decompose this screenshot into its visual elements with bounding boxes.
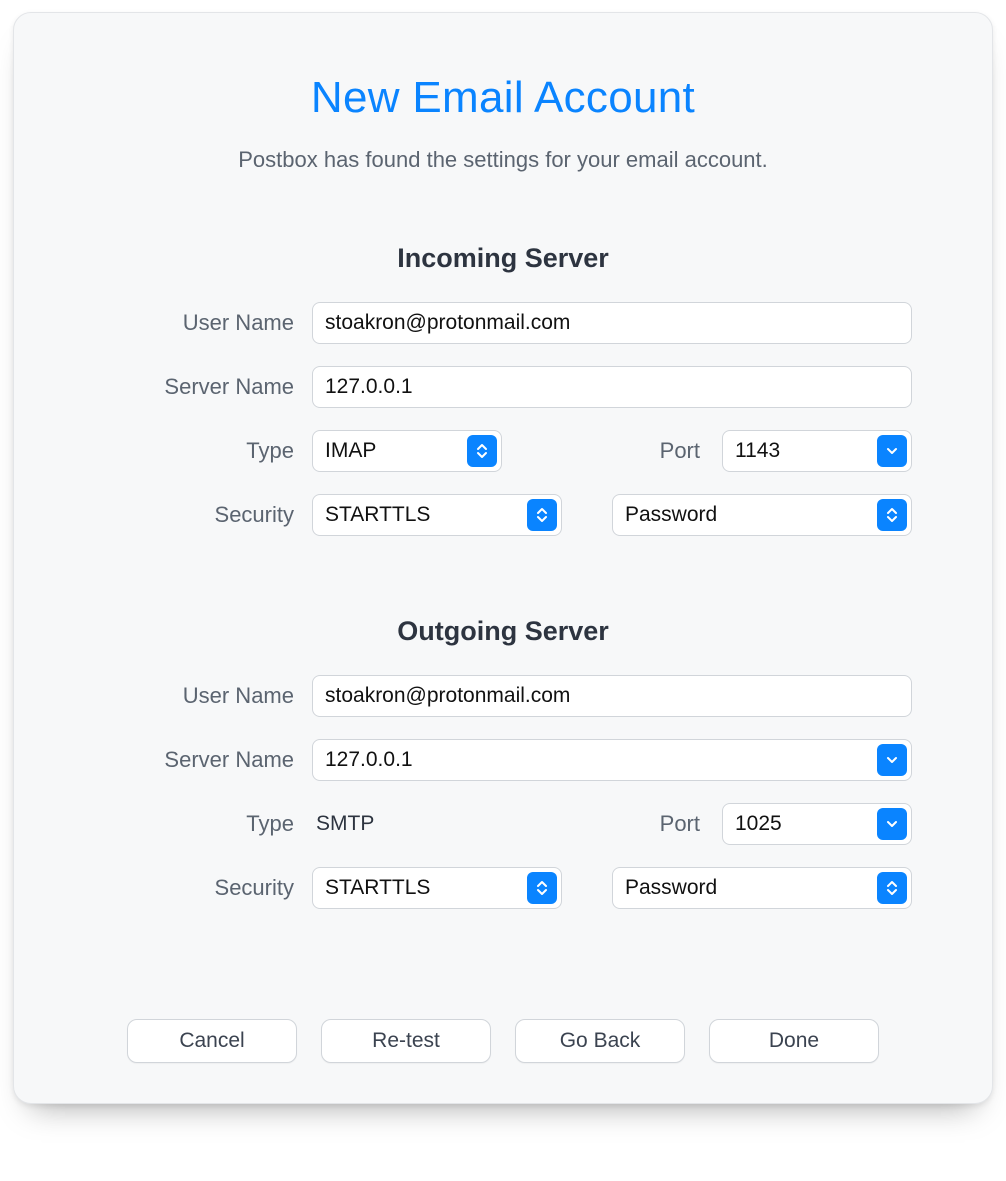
button-bar: Cancel Re-test Go Back Done — [94, 1019, 912, 1063]
incoming-server-input[interactable]: 127.0.0.1 — [312, 366, 912, 408]
incoming-security-select[interactable]: STARTTLS — [312, 494, 562, 536]
page-title: New Email Account — [94, 73, 912, 123]
incoming-server-value: 127.0.0.1 — [325, 375, 413, 399]
chevron-down-icon — [877, 435, 907, 467]
outgoing-username-input[interactable]: stoakron@protonmail.com — [312, 675, 912, 717]
page-subtitle: Postbox has found the settings for your … — [94, 147, 912, 173]
go-back-button[interactable]: Go Back — [515, 1019, 685, 1063]
incoming-form: User Name stoakron@protonmail.com Server… — [94, 302, 912, 536]
outgoing-server-label: Server Name — [94, 747, 294, 773]
chevron-updown-icon — [877, 872, 907, 904]
outgoing-port-combo[interactable]: 1025 — [722, 803, 912, 845]
incoming-server-label: Server Name — [94, 374, 294, 400]
outgoing-security-label: Security — [94, 875, 294, 901]
outgoing-username-label: User Name — [94, 683, 294, 709]
outgoing-auth-select[interactable]: Password — [612, 867, 912, 909]
outgoing-security-select[interactable]: STARTTLS — [312, 867, 562, 909]
outgoing-section-title: Outgoing Server — [94, 616, 912, 647]
outgoing-type-value: SMTP — [312, 812, 506, 836]
chevron-updown-icon — [527, 872, 557, 904]
outgoing-auth-value: Password — [625, 876, 717, 900]
cancel-button[interactable]: Cancel — [127, 1019, 297, 1063]
chevron-down-icon — [877, 744, 907, 776]
account-setup-window: New Email Account Postbox has found the … — [13, 12, 993, 1104]
incoming-username-value: stoakron@protonmail.com — [325, 311, 570, 335]
incoming-type-value: IMAP — [325, 439, 376, 463]
outgoing-port-value: 1025 — [735, 812, 782, 836]
incoming-type-select[interactable]: IMAP — [312, 430, 502, 472]
outgoing-server-combo[interactable]: 127.0.0.1 — [312, 739, 912, 781]
chevron-updown-icon — [877, 499, 907, 531]
outgoing-username-value: stoakron@protonmail.com — [325, 684, 570, 708]
done-button[interactable]: Done — [709, 1019, 879, 1063]
incoming-section-title: Incoming Server — [94, 243, 912, 274]
outgoing-port-label: Port — [660, 811, 704, 837]
incoming-port-value: 1143 — [735, 439, 780, 463]
chevron-updown-icon — [527, 499, 557, 531]
retest-button[interactable]: Re-test — [321, 1019, 491, 1063]
chevron-updown-icon — [467, 435, 497, 467]
incoming-port-combo[interactable]: 1143 — [722, 430, 912, 472]
incoming-security-value: STARTTLS — [325, 503, 430, 527]
incoming-type-label: Type — [94, 438, 294, 464]
incoming-security-label: Security — [94, 502, 294, 528]
outgoing-type-label: Type — [94, 811, 294, 837]
chevron-down-icon — [877, 808, 907, 840]
incoming-username-label: User Name — [94, 310, 294, 336]
outgoing-server-value: 127.0.0.1 — [325, 748, 413, 772]
outgoing-security-value: STARTTLS — [325, 876, 430, 900]
outgoing-form: User Name stoakron@protonmail.com Server… — [94, 675, 912, 909]
incoming-auth-select[interactable]: Password — [612, 494, 912, 536]
incoming-username-input[interactable]: stoakron@protonmail.com — [312, 302, 912, 344]
incoming-port-label: Port — [660, 438, 704, 464]
incoming-auth-value: Password — [625, 503, 717, 527]
